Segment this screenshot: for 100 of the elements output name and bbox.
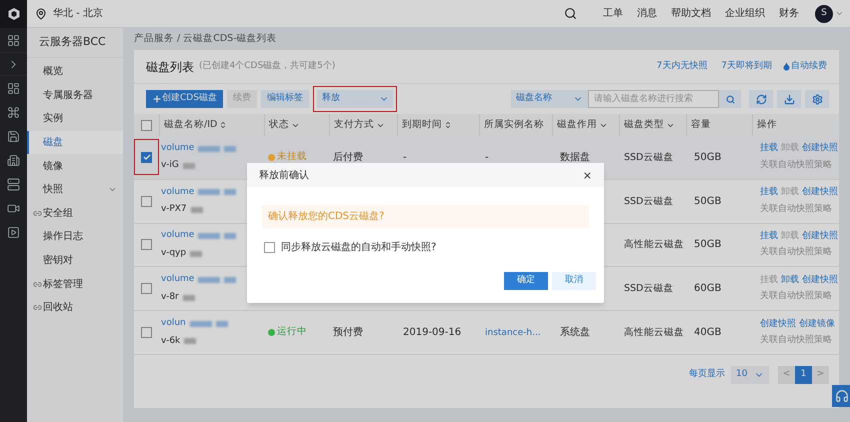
checkbox[interactable] [141, 239, 152, 250]
disk-name-link[interactable]: volume [161, 142, 194, 156]
sidebar-item[interactable]: 标签管理 [27, 272, 123, 296]
instance-link[interactable]: instance-h... [485, 328, 541, 338]
action-link[interactable]: 创建快照 [760, 318, 796, 332]
top-nav-link[interactable]: 工单 [603, 6, 623, 21]
policy-link[interactable]: 关联自动快照策略 [760, 246, 839, 260]
action-link[interactable]: 创建快照 [802, 230, 838, 244]
policy-link[interactable]: 关联自动快照策略 [760, 290, 839, 304]
logo-icon[interactable] [6, 7, 20, 21]
play-icon[interactable] [7, 226, 20, 238]
support-button[interactable] [832, 385, 850, 407]
close-button[interactable]: × [582, 170, 592, 180]
confirm-button[interactable]: 确定 [504, 272, 548, 290]
search-field[interactable]: 请输入磁盘名称进行搜索 [588, 90, 719, 108]
checkbox[interactable] [264, 242, 275, 253]
top-nav-link[interactable]: 企业组织 [725, 6, 765, 21]
sidebar-item[interactable]: 专属服务器 [27, 84, 123, 108]
checkbox[interactable] [141, 152, 152, 163]
search-type-select[interactable]: 磁盘名称 [511, 90, 588, 108]
prev-page-button[interactable]: < [778, 366, 795, 384]
action-link[interactable]: 挂载 [760, 186, 778, 200]
search-button[interactable] [719, 90, 741, 108]
settings-icon [812, 94, 822, 104]
action-link[interactable]: 创建镜像 [799, 318, 835, 332]
checkbox[interactable] [141, 120, 152, 130]
sidebar-item[interactable]: 安全组 [27, 202, 123, 226]
auto-renew-link[interactable]: 自动续费 [791, 60, 827, 74]
download-button[interactable] [777, 90, 801, 108]
sidebar-item[interactable]: 磁盘 [27, 130, 123, 154]
top-nav-link[interactable]: 财务 [779, 6, 799, 21]
action-link[interactable]: 挂载 [760, 230, 778, 244]
toolbar-button[interactable]: 编辑标签 [260, 90, 309, 108]
top-nav-link[interactable]: 消息 [637, 6, 657, 21]
checkbox[interactable] [141, 196, 152, 207]
page-size-select[interactable]: 10 [731, 366, 769, 384]
table-cell: 60GB [694, 283, 722, 294]
sidebar-item[interactable]: 概览 [27, 60, 123, 84]
refresh-icon [756, 94, 766, 104]
grid-icon[interactable] [7, 34, 20, 46]
redaction-blur [216, 320, 228, 327]
policy-link[interactable]: 关联自动快照策略 [760, 334, 839, 348]
disk-name-link[interactable]: volume [161, 229, 194, 243]
action-link[interactable]: 挂载 [760, 142, 778, 156]
table-cell: - [485, 152, 489, 163]
action-link[interactable]: 创建快照 [802, 142, 838, 156]
plus-icon [152, 94, 162, 104]
sidebar-item[interactable]: 操作日志 [27, 225, 123, 249]
release-dropdown[interactable]: 释放 [316, 90, 393, 108]
action-link[interactable]: 创建快照 [802, 274, 838, 288]
table-cell: SSD云磁盘 [624, 152, 674, 163]
cancel-button[interactable]: 取消 [552, 272, 596, 290]
location-icon [35, 8, 47, 20]
warning-text: 确认释放您的CDS云磁盘? [268, 210, 384, 224]
checkbox[interactable] [141, 283, 152, 294]
region-selector[interactable]: 华北 - 北京 [53, 6, 103, 21]
sidebar-item[interactable]: 实例 [27, 107, 123, 131]
sidebar-item[interactable]: 镜像 [27, 154, 123, 178]
sidebar-item[interactable]: 密钥对 [27, 248, 123, 272]
breadcrumb-item: / [177, 32, 180, 46]
search-icon[interactable] [564, 7, 577, 20]
checkbox[interactable] [141, 327, 152, 338]
user-avatar[interactable]: S [815, 4, 833, 22]
disk-name-link[interactable]: volun [161, 317, 186, 331]
page-button[interactable]: 1 [795, 366, 812, 384]
filter-link[interactable]: 7天内无快照 [656, 60, 708, 74]
policy-link[interactable]: 关联自动快照策略 [760, 158, 839, 172]
sidebar-item[interactable]: 回收站 [27, 296, 123, 320]
disk-name-link[interactable]: volume [161, 186, 194, 200]
breadcrumb-item[interactable]: 产品服务 [134, 32, 174, 46]
redaction-blur [198, 146, 220, 152]
drop-icon [782, 62, 791, 71]
action-link[interactable]: 卸载 [781, 274, 799, 288]
redaction-blur [182, 163, 195, 170]
action-link[interactable]: 创建快照 [802, 186, 838, 200]
next-page-button[interactable]: > [812, 366, 829, 384]
disk-id: v-PX7 [161, 203, 187, 216]
create-disk-button[interactable]: 创建CDS磁盘 [146, 90, 223, 108]
filter-link[interactable]: 7天即将到期 [721, 60, 772, 74]
refresh-button[interactable] [749, 90, 773, 108]
dashboard-icon[interactable] [7, 82, 20, 94]
top-nav-link[interactable]: 帮助文档 [671, 6, 711, 21]
table-cell: - [403, 152, 407, 163]
table-cell: 高性能云磁盘 [624, 239, 684, 250]
card-title: 磁盘列表 [146, 58, 194, 76]
caret-icon[interactable] [835, 9, 844, 18]
sidebar-item[interactable]: 快照 [27, 178, 123, 202]
card-subtitle: (已创建4个CDS磁盘，共可建5个) [199, 60, 336, 73]
settings-button[interactable] [805, 90, 829, 108]
dialog-title: 释放前确认 [259, 168, 309, 182]
command-icon[interactable] [7, 106, 20, 118]
table-cell: 50GB [694, 152, 722, 163]
server-icon[interactable] [7, 178, 20, 190]
sort-icon [444, 121, 452, 129]
disk-name-link[interactable]: volume [161, 273, 194, 287]
redaction-blur [190, 320, 212, 327]
policy-link[interactable]: 关联自动快照策略 [760, 202, 839, 216]
building-icon[interactable] [7, 154, 20, 166]
table-cell: SSD云磁盘 [624, 283, 674, 294]
toolbar-button[interactable]: 续费 [226, 90, 257, 108]
